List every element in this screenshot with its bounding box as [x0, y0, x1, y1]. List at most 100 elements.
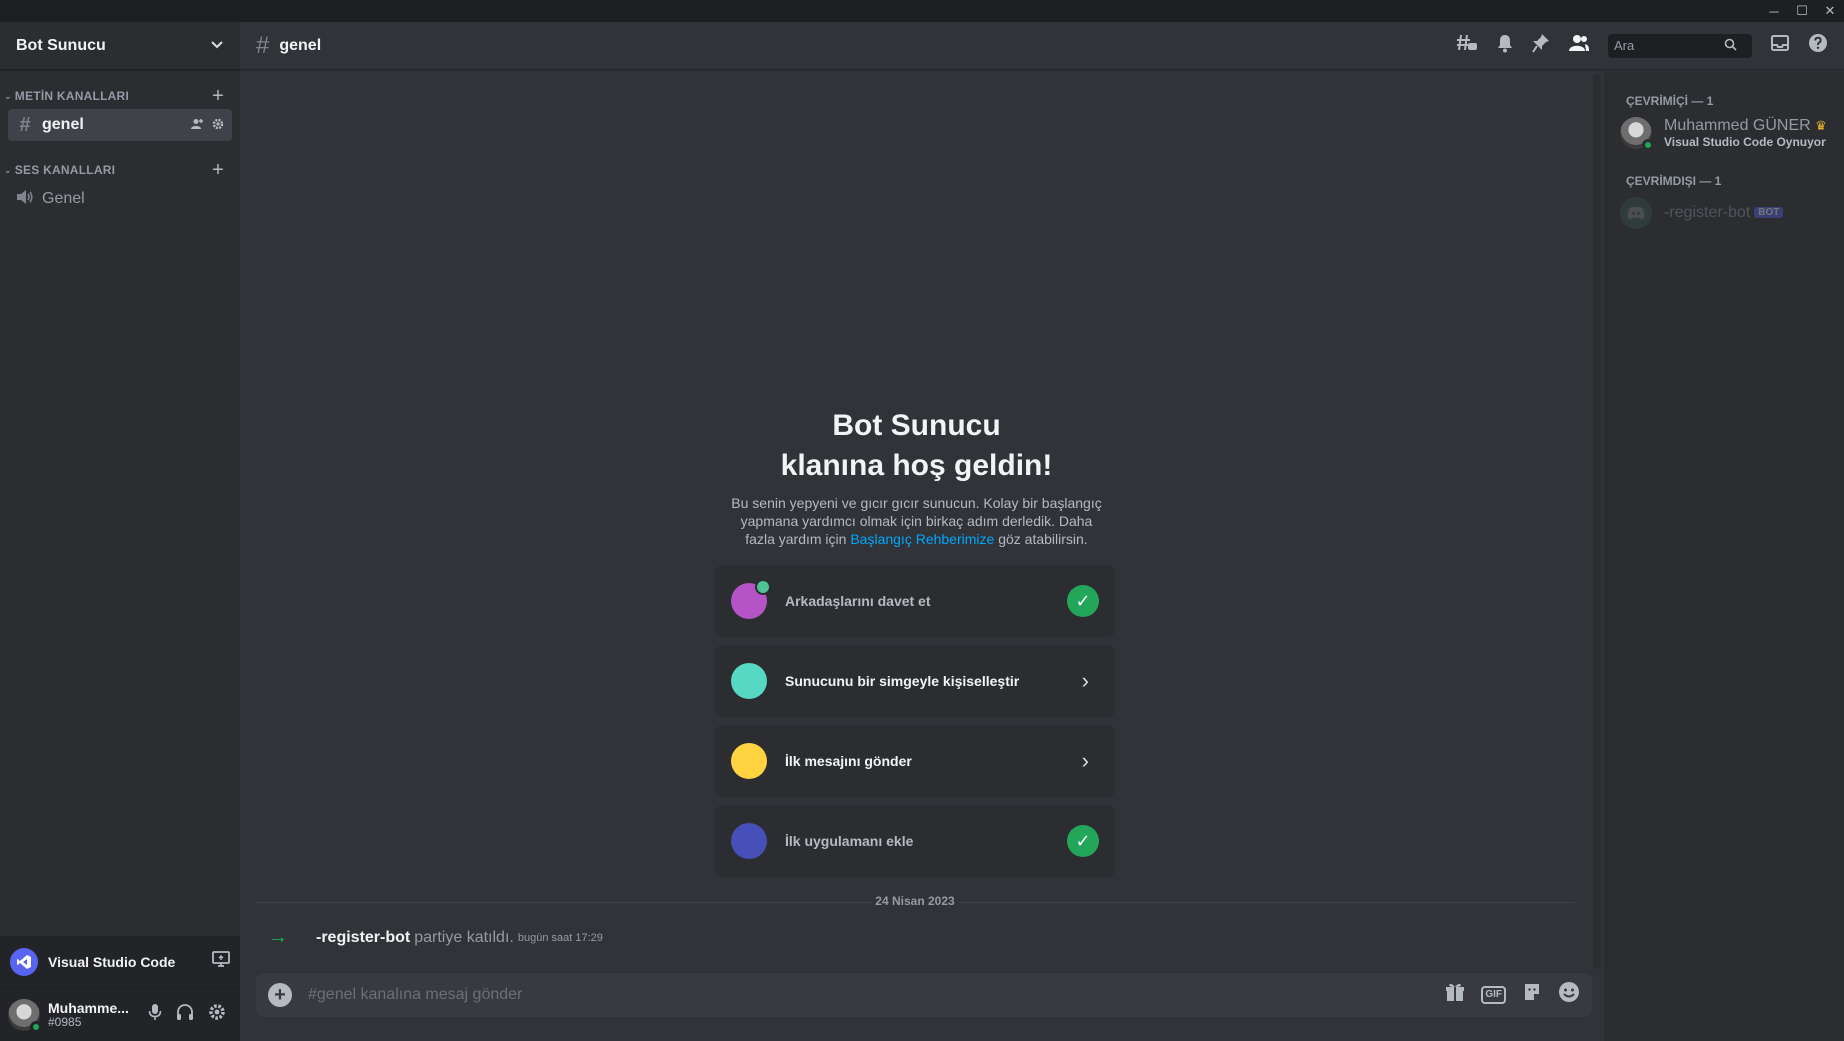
chevron-down-icon: ⌄ [4, 164, 12, 175]
card-label: Sunucunu bir simgeyle kişiselleştir [785, 673, 1020, 689]
channel-header: # genel [240, 22, 1844, 70]
welcome-section: Bot Sunucu klanına hoş geldin! Bu senin … [240, 406, 1593, 548]
card-label: İlk uygulamanı ekle [785, 833, 914, 849]
create-channel-icon[interactable]: + [212, 159, 224, 182]
sticker-icon[interactable] [1522, 982, 1542, 1008]
bot-badge: BOT [1754, 206, 1784, 218]
channel-item-genel[interactable]: # genel [8, 109, 232, 141]
chevron-down-icon: ⌄ [4, 90, 12, 101]
channel-label: Genel [42, 190, 85, 207]
message-input[interactable] [308, 986, 1446, 1004]
user-info[interactable]: Muhamme... #0985 [48, 1000, 148, 1030]
server-name: Bot Sunucu [16, 36, 106, 54]
bell-icon[interactable] [1496, 33, 1514, 58]
avatar [1620, 117, 1654, 151]
welcome-title-line1: Bot Sunucu [832, 409, 1001, 442]
close-button[interactable]: ✕ [1816, 0, 1844, 22]
member-item[interactable]: Muhammed GÜNER ♛ Visual Studio Code Oynu… [1612, 112, 1836, 154]
member-list-icon[interactable] [1568, 34, 1590, 57]
onboarding-card-first-message[interactable]: İlk mesajını gönder › [715, 725, 1115, 797]
invite-icon[interactable] [191, 118, 204, 133]
create-channel-icon[interactable]: + [212, 85, 224, 108]
join-arrow-icon: → [268, 926, 288, 948]
member-group-header-offline: ÇEVRİMDIŞI — 1 [1626, 174, 1722, 188]
screen-share-icon[interactable] [212, 951, 230, 972]
search-icon [1724, 38, 1737, 54]
online-status-dot [30, 1020, 42, 1033]
server-header[interactable]: Bot Sunucu [0, 22, 240, 70]
message-text: partiye katıldı. [414, 928, 514, 946]
activity-panel: Visual Studio Code [0, 936, 240, 988]
member-item[interactable]: -register-bot BOT [1612, 192, 1836, 234]
paintbrush-icon [731, 663, 767, 699]
welcome-title: Bot Sunucu klanına hoş geldin! [240, 406, 1593, 486]
date-divider: 24 Nisan 2023 [255, 894, 1575, 908]
hashtag-icon: # [256, 31, 270, 59]
member-group-header-online: ÇEVRİMİÇİ — 1 [1626, 94, 1714, 108]
hashtag-icon: # [19, 113, 31, 136]
emoji-icon[interactable] [1558, 981, 1580, 1009]
discord-bot-avatar-icon [1620, 197, 1652, 229]
message-composer: + GIF [256, 973, 1592, 1017]
card-label: İlk mesajını gönder [785, 753, 912, 769]
welcome-desc-text-end: göz atabilirsin. [994, 531, 1088, 547]
help-icon[interactable] [1808, 33, 1828, 58]
scrollbar-track[interactable] [1593, 74, 1601, 969]
chevron-down-icon [210, 37, 224, 54]
minimize-button[interactable]: ─ [1760, 0, 1788, 22]
search-field[interactable] [1608, 33, 1752, 58]
channel-sidebar: Bot Sunucu ⌄ METİN KANALLARI + # genel ⌄… [0, 22, 240, 1041]
member-name-row: -register-bot BOT [1664, 204, 1784, 222]
chat-area: Bot Sunucu klanına hoş geldin! Bu senin … [240, 70, 1604, 1041]
onboarding-card-add-app[interactable]: İlk uygulamanı ekle ✓ [715, 805, 1115, 877]
chevron-right-icon: › [1081, 668, 1089, 693]
vscode-icon [10, 947, 38, 976]
onboarding-card-invite[interactable]: Arkadaşlarını davet et ✓ [715, 565, 1115, 637]
online-status-dot [1642, 139, 1654, 151]
threads-icon[interactable] [1456, 33, 1478, 58]
gear-icon[interactable] [212, 118, 224, 133]
channel-item-voice-genel[interactable]: Genel [8, 183, 232, 215]
date-divider-label: 24 Nisan 2023 [871, 894, 959, 908]
crown-icon: ♛ [1815, 118, 1827, 133]
welcome-description: Bu senin yepyeni ve gıcır gıcır sunucun.… [727, 494, 1107, 548]
inbox-icon[interactable] [1770, 34, 1790, 57]
card-label: Arkadaşlarını davet et [785, 593, 931, 609]
member-name-row: Muhammed GÜNER ♛ [1664, 117, 1827, 135]
avatar[interactable] [8, 998, 42, 1033]
gift-icon[interactable] [1445, 982, 1465, 1008]
microphone-icon[interactable] [148, 1003, 162, 1026]
username: Muhamme... [48, 999, 129, 1016]
app-wrench-icon [731, 823, 767, 859]
category-voice-channels[interactable]: ⌄ SES KANALLARI + [0, 158, 240, 182]
pin-icon[interactable] [1532, 33, 1550, 58]
welcome-title-line2: klanına hoş geldin! [780, 449, 1053, 482]
maximize-button[interactable]: ☐ [1788, 0, 1816, 22]
category-label: SES KANALLARI [14, 163, 116, 177]
category-text-channels[interactable]: ⌄ METİN KANALLARI + [0, 84, 240, 108]
member-name: Muhammed GÜNER [1664, 117, 1811, 134]
system-message-join: → -register-bot partiye katıldı. bugün s… [268, 926, 603, 949]
activity-app-name: Visual Studio Code [48, 953, 176, 970]
add-attachment-button[interactable]: + [268, 983, 292, 1007]
gear-icon[interactable] [208, 1003, 226, 1026]
starter-guide-link[interactable]: Başlangıç Rehberimize [850, 531, 994, 547]
user-tag: #0985 [48, 1014, 82, 1029]
message-username[interactable]: -register-bot [316, 929, 410, 947]
user-panel: Muhamme... #0985 [0, 988, 240, 1041]
channel-title: genel [279, 36, 322, 54]
gif-button[interactable]: GIF [1481, 986, 1506, 1004]
category-label: METİN KANALLARI [14, 89, 130, 103]
message-bubble-icon [731, 743, 767, 779]
message-timestamp: bugün saat 17:29 [517, 931, 603, 944]
checkmark-icon: ✓ [1067, 825, 1099, 857]
window-titlebar: ─ ☐ ✕ [0, 0, 1844, 22]
speaker-icon [16, 188, 34, 211]
channel-label: genel [42, 116, 84, 133]
chevron-right-icon: › [1081, 748, 1089, 773]
headphones-icon[interactable] [176, 1003, 194, 1026]
window-controls: ─ ☐ ✕ [1760, 0, 1844, 22]
search-input[interactable] [1614, 38, 1724, 53]
onboarding-card-server-icon[interactable]: Sunucunu bir simgeyle kişiselleştir › [715, 645, 1115, 717]
invite-friends-icon [731, 579, 771, 619]
